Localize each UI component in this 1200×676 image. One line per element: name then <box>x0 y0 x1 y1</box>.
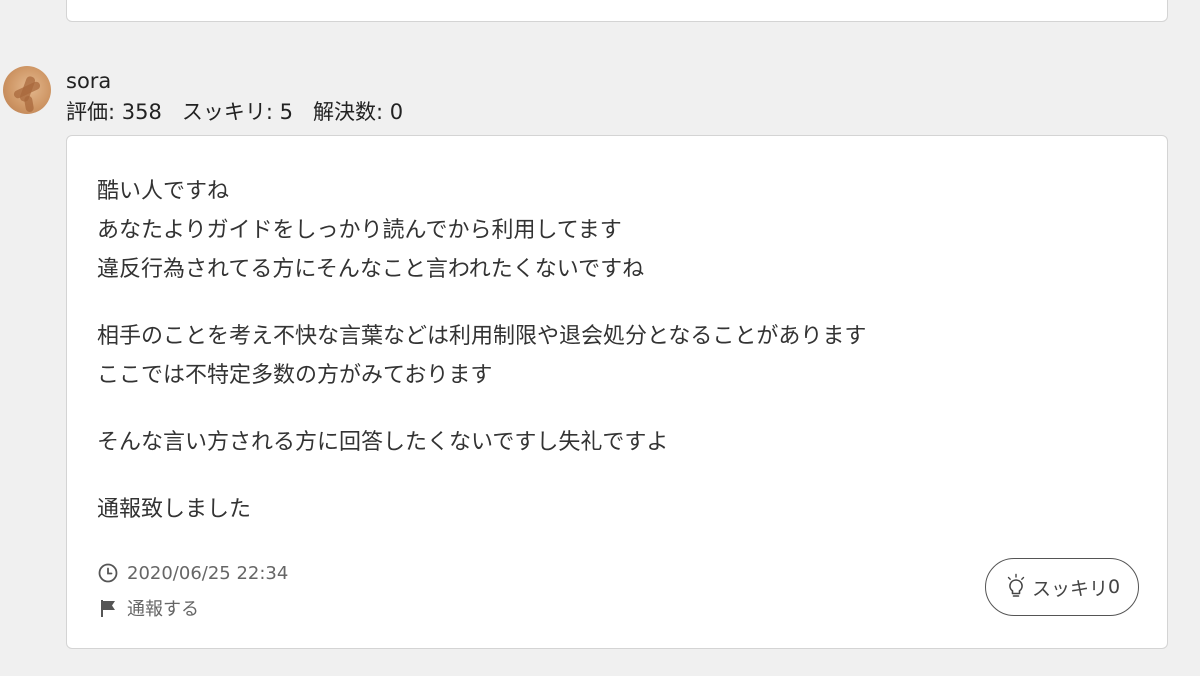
answer-line: 酷い人ですね <box>97 179 230 204</box>
rating-stat: 評価: 358 <box>66 100 162 124</box>
answer-line: ここでは不特定多数の方がみております <box>97 363 493 388</box>
sukkiri-count: 0 <box>1107 576 1121 598</box>
answer-line: 相手のことを考え不快な言葉などは利用制限や退会処分となることがあります <box>97 324 867 349</box>
clock-icon <box>98 563 118 583</box>
answer-card: 酷い人ですね あなたよりガイドをしっかり読んでから利用してます 違反行為されてる… <box>66 135 1168 649</box>
sukkiri-stat: スッキリ: 5 <box>181 100 293 124</box>
sukkiri-label: スッキリ <box>1031 577 1108 600</box>
answer-timestamp: 2020/06/25 22:34 <box>97 562 288 584</box>
solved-stat: 解決数: 0 <box>312 100 404 124</box>
report-link[interactable]: 通報する <box>97 595 199 621</box>
answer-line: あなたよりガイドをしっかり読んでから利用してます <box>97 218 622 243</box>
flag-icon <box>101 600 115 617</box>
sukkiri-button[interactable]: スッキリ 0 <box>985 558 1139 616</box>
report-label: 通報する <box>127 599 199 620</box>
username[interactable]: sora <box>66 66 111 96</box>
qa-thread: sora 評価: 358 スッキリ: 5 解決数: 0 酷い人ですね あなたよりガイ… <box>0 0 1200 676</box>
avatar[interactable] <box>3 66 51 114</box>
answer-body: 酷い人ですね あなたよりガイドをしっかり読んでから利用してます 違反行為されてる… <box>97 172 1137 529</box>
timestamp-text: 2020/06/25 22:34 <box>127 562 289 584</box>
answer-line: そんな言い方される方に回答したくないですし失礼ですよ <box>97 430 669 455</box>
answer-line: 通報致しました <box>97 497 252 522</box>
previous-answer-card <box>66 0 1168 22</box>
lightbulb-icon <box>1007 573 1025 597</box>
user-stats: 評価: 358 スッキリ: 5 解決数: 0 <box>66 97 403 127</box>
answer-line: 違反行為されてる方にそんなこと言われたくないですね <box>97 257 645 282</box>
